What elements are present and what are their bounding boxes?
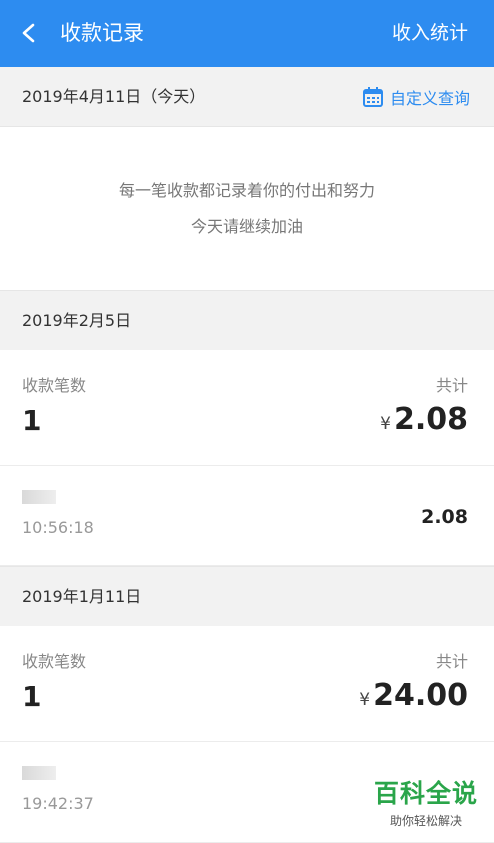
record-row[interactable]: 10:56:18 2.08 bbox=[0, 466, 494, 566]
app-header: 收款记录 收入统计 bbox=[0, 0, 494, 67]
total-label: 共计 bbox=[435, 652, 468, 671]
calendar-icon bbox=[362, 87, 383, 107]
custom-query-label: 自定义查询 bbox=[389, 89, 470, 108]
custom-query-button[interactable]: 自定义查询 bbox=[362, 67, 470, 127]
count-label: 收款笔数 bbox=[22, 652, 87, 671]
total-value: ¥24.00 bbox=[359, 678, 468, 713]
back-chevron-icon[interactable] bbox=[18, 22, 40, 44]
blurred-payer-name bbox=[22, 490, 56, 504]
watermark-main: 百科全说 bbox=[373, 779, 478, 808]
date-group-header: 2019年1月11日 bbox=[0, 566, 494, 626]
record-amount: 2.08 bbox=[421, 506, 468, 528]
total-value: ¥2.08 bbox=[380, 402, 468, 437]
total-amount: 24.00 bbox=[373, 678, 468, 713]
record-time: 19:42:37 bbox=[22, 794, 94, 813]
today-date: 2019年4月11日（今天） bbox=[22, 87, 206, 106]
income-stats-link[interactable]: 收入统计 bbox=[392, 0, 468, 67]
total-label: 共计 bbox=[435, 376, 468, 395]
empty-message-line2: 今天请继续加油 bbox=[190, 217, 303, 236]
today-date-bar: 2019年4月11日（今天） 自定义查询 bbox=[0, 67, 494, 127]
blurred-payer-name bbox=[22, 766, 56, 780]
watermark-sub: 助你轻松解决 bbox=[389, 814, 462, 828]
group-summary: 收款笔数 1 共计 ¥24.00 bbox=[0, 626, 494, 742]
count-value: 1 bbox=[22, 404, 42, 437]
currency-symbol: ¥ bbox=[359, 690, 371, 710]
empty-state-panel: 每一笔收款都记录着你的付出和努力 今天请继续加油 bbox=[0, 127, 494, 290]
group-summary: 收款笔数 1 共计 ¥2.08 bbox=[0, 350, 494, 466]
record-time: 10:56:18 bbox=[22, 518, 94, 537]
count-value: 1 bbox=[22, 680, 42, 713]
empty-message-line1: 每一笔收款都记录着你的付出和努力 bbox=[118, 181, 375, 200]
total-amount: 2.08 bbox=[393, 402, 468, 437]
count-label: 收款笔数 bbox=[22, 376, 87, 395]
date-group-header: 2019年2月5日 bbox=[0, 290, 494, 350]
watermark-logo: 百科全说 助你轻松解决 bbox=[374, 774, 478, 829]
group-date: 2019年2月5日 bbox=[22, 311, 132, 330]
group-date: 2019年1月11日 bbox=[22, 587, 142, 606]
page-title: 收款记录 bbox=[60, 21, 144, 45]
currency-symbol: ¥ bbox=[380, 414, 391, 434]
